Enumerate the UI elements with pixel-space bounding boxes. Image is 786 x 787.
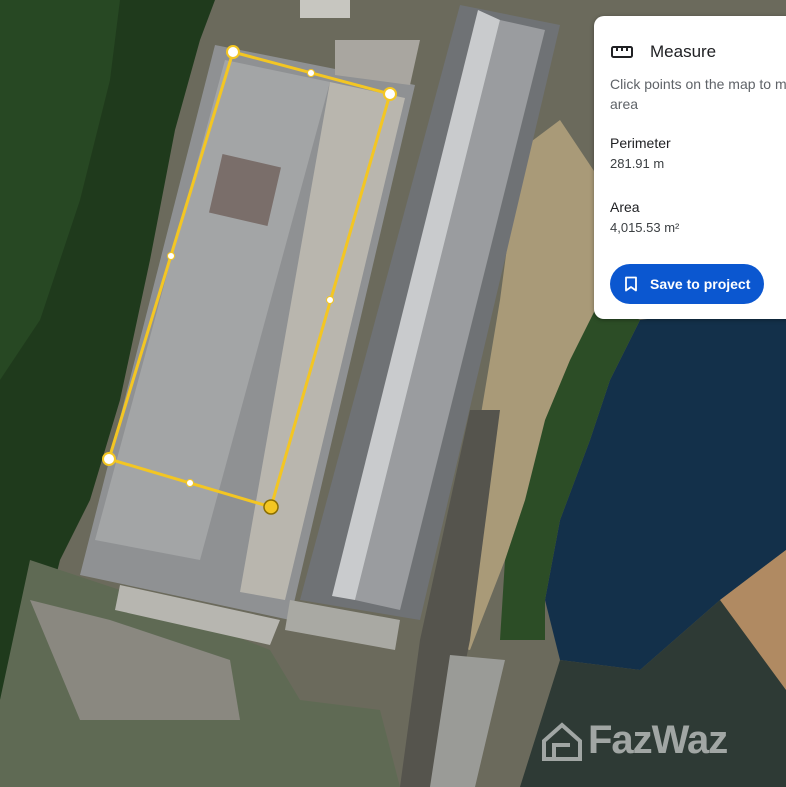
perimeter-label: Perimeter	[610, 135, 671, 151]
save-button-label: Save to project	[650, 276, 751, 292]
measure-panel: Measure Click points on the map to m are…	[594, 16, 786, 319]
bookmark-icon	[625, 276, 637, 292]
area-label: Area	[610, 199, 640, 215]
measure-midpoint[interactable]	[186, 479, 194, 487]
measure-vertex[interactable]	[383, 87, 397, 101]
watermark: FazWaz	[540, 718, 728, 763]
house-logo-icon	[542, 721, 582, 761]
measure-instruction: Click points on the map to m area	[610, 74, 786, 114]
measure-midpoint[interactable]	[307, 69, 315, 77]
measure-vertex[interactable]	[102, 452, 116, 466]
measure-header: Measure	[610, 40, 716, 64]
ruler-icon	[611, 46, 633, 58]
measure-midpoint[interactable]	[167, 252, 175, 260]
instruction-line-2: area	[610, 96, 639, 112]
area-value: 4,015.53 m²	[610, 220, 680, 235]
watermark-text: FazWaz	[588, 718, 728, 762]
top-building	[300, 0, 350, 18]
measure-midpoint[interactable]	[326, 296, 334, 304]
measure-vertex-active[interactable]	[263, 499, 279, 515]
panel-title: Measure	[650, 42, 717, 61]
measure-vertex[interactable]	[226, 45, 240, 59]
save-to-project-button[interactable]: Save to project	[610, 264, 764, 304]
perimeter-value: 281.91 m	[610, 156, 665, 171]
instruction-line-1: Click points on the map to m	[610, 76, 786, 92]
